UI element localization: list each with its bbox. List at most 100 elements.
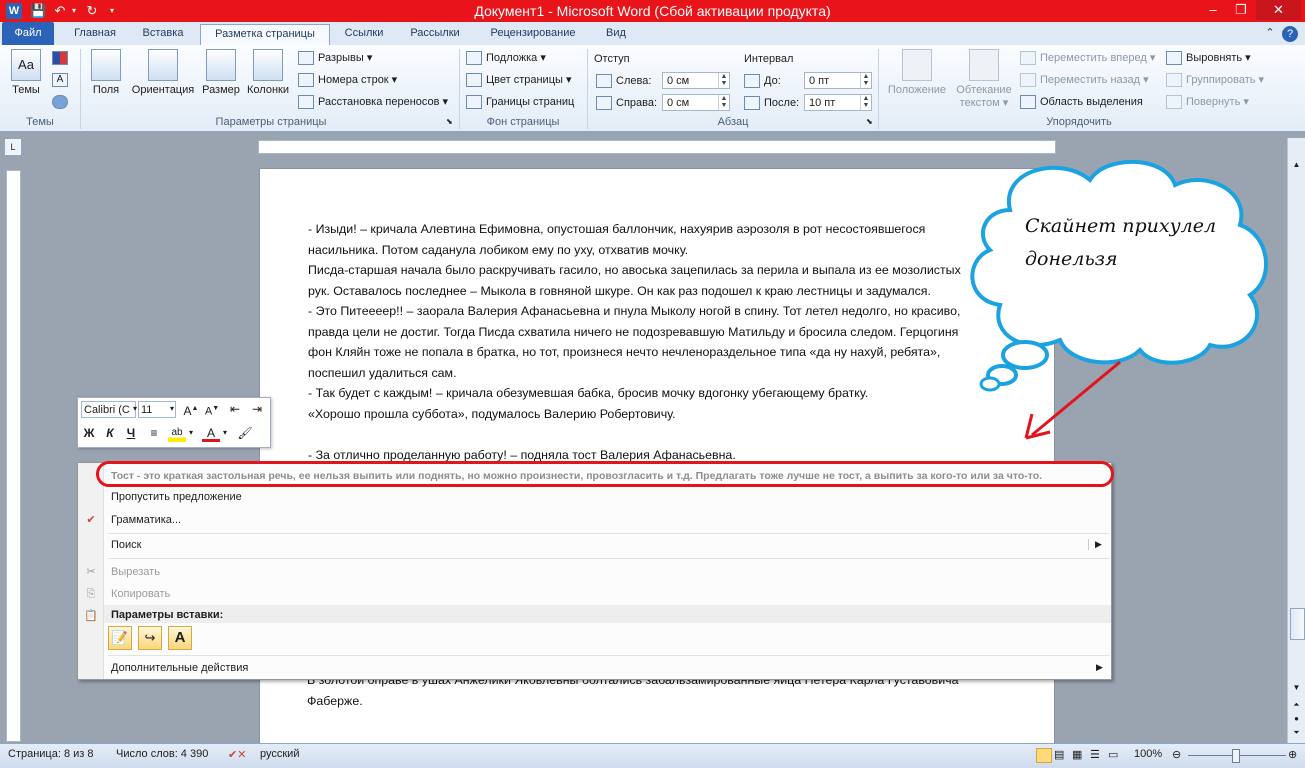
red-arrow-head xyxy=(1024,413,1051,440)
vertical-ruler[interactable] xyxy=(6,170,21,742)
underline-button[interactable]: Ч xyxy=(122,424,140,442)
breaks-button[interactable]: Разрывы ▾ xyxy=(298,51,372,66)
paste-merge-formatting-icon[interactable]: ↪ xyxy=(138,626,162,650)
indent-left-input[interactable]: 0 см ▲ ▼ xyxy=(662,72,730,89)
italic-button[interactable]: К xyxy=(101,424,119,442)
menu-separator xyxy=(108,558,1109,559)
prev-page-icon[interactable]: ⏶ xyxy=(1290,700,1303,712)
watermark-button[interactable]: Подложка ▾ xyxy=(466,51,546,66)
zoom-in-icon[interactable]: ⊕ xyxy=(1288,748,1297,761)
size-button[interactable]: Размер xyxy=(200,49,242,96)
bring-forward-button[interactable]: Переместить вперед ▾ xyxy=(1020,51,1155,66)
align-button[interactable]: Выровнять ▾ xyxy=(1166,51,1251,66)
next-page-icon[interactable]: ⏷ xyxy=(1290,728,1303,740)
page-count[interactable]: Страница: 8 из 8 xyxy=(8,748,94,760)
page-color-button[interactable]: Цвет страницы ▾ xyxy=(466,73,571,88)
margins-button[interactable]: Поля xyxy=(88,49,124,96)
hyphenation-button[interactable]: Расстановка переносов ▾ xyxy=(298,95,448,110)
copy-icon: ⎘ xyxy=(86,588,96,600)
print-layout-view-icon[interactable] xyxy=(1036,748,1052,763)
zoom-out-icon[interactable]: ⊖ xyxy=(1172,748,1181,761)
tab-page-layout[interactable]: Разметка страницы xyxy=(200,24,330,46)
tab-mailings[interactable]: Рассылки xyxy=(402,24,468,43)
full-screen-view-icon[interactable]: ▤ xyxy=(1054,748,1064,761)
copy-item[interactable]: Копировать xyxy=(111,588,170,600)
theme-colors-icon[interactable] xyxy=(52,51,72,65)
document-text[interactable]: - Изыди! – кричала Алевтина Ефимовна, оп… xyxy=(308,219,1028,465)
format-painter-icon[interactable]: 🖌 xyxy=(236,424,254,442)
position-button[interactable]: Положение xyxy=(882,49,952,96)
size-dropdown-icon[interactable]: ▾ xyxy=(163,400,181,418)
language-indicator[interactable]: русский xyxy=(260,748,299,760)
highlight-dropdown-icon[interactable]: ▾ xyxy=(186,424,196,442)
search-item[interactable]: Поиск xyxy=(111,539,141,551)
more-actions-item[interactable]: Дополнительные действия xyxy=(111,662,248,674)
spin-arrows-icon[interactable]: ▲ ▼ xyxy=(860,73,871,88)
paste-keep-formatting-icon[interactable]: 📝 xyxy=(108,626,132,650)
scrollbar-thumb[interactable] xyxy=(1290,608,1305,640)
shrink-font-icon[interactable]: A▼ xyxy=(203,400,221,418)
word-count[interactable]: Число слов: 4 390 xyxy=(116,748,208,760)
zoom-slider-thumb[interactable] xyxy=(1232,749,1240,763)
close-button[interactable]: ✕ xyxy=(1256,0,1301,20)
tab-references[interactable]: Ссылки xyxy=(336,24,392,43)
selection-pane-button[interactable]: Область выделения xyxy=(1020,95,1143,109)
page-borders-button[interactable]: Границы страниц xyxy=(466,95,574,109)
web-layout-view-icon[interactable]: ▦ xyxy=(1072,748,1082,761)
spin-arrows-icon[interactable]: ▲ ▼ xyxy=(718,73,729,88)
thought-cloud-drawing xyxy=(970,159,1268,440)
font-color-dropdown-icon[interactable]: ▾ xyxy=(220,424,230,442)
cut-item[interactable]: Вырезать xyxy=(111,566,160,578)
theme-effects-icon[interactable] xyxy=(52,95,72,109)
ribbon-minimize-icon[interactable]: ⌃ xyxy=(1262,24,1278,43)
minimize-button[interactable]: – xyxy=(1200,0,1226,20)
zoom-level[interactable]: 100% xyxy=(1134,748,1162,760)
vertical-scrollbar[interactable]: ▲ ▼ ⏶ ● ⏷ xyxy=(1287,138,1305,744)
group-button[interactable]: Группировать ▾ xyxy=(1166,73,1264,88)
horizontal-ruler[interactable] xyxy=(258,140,1056,154)
browse-object-icon[interactable]: ● xyxy=(1290,714,1303,726)
tab-view[interactable]: Вид xyxy=(596,24,636,43)
spin-arrows-icon[interactable]: ▲ ▼ xyxy=(718,95,729,110)
maximize-button[interactable]: ❐ xyxy=(1228,0,1254,20)
grammar-item[interactable]: Грамматика... xyxy=(111,514,181,526)
theme-fonts-icon[interactable]: A xyxy=(52,73,72,87)
columns-icon xyxy=(253,49,283,81)
scroll-down-icon[interactable]: ▼ xyxy=(1290,683,1303,696)
columns-button[interactable]: Колонки xyxy=(244,49,292,96)
wrap-text-button[interactable]: Обтекание текстом ▾ xyxy=(952,49,1016,110)
grow-font-icon[interactable]: A▲ xyxy=(182,400,200,418)
send-backward-button[interactable]: Переместить назад ▾ xyxy=(1020,73,1149,88)
center-align-icon[interactable]: ≡ xyxy=(145,424,163,442)
line-numbers-button[interactable]: Номера строк ▾ xyxy=(298,73,397,88)
spacing-after-icon xyxy=(744,96,760,110)
doc-line: - Так будет с каждым! – кричала обезумев… xyxy=(308,386,869,400)
grammar-icon: ✔ xyxy=(86,514,96,526)
rotate-button[interactable]: Повернуть ▾ xyxy=(1166,95,1249,110)
highlight-icon[interactable]: ab xyxy=(168,424,186,442)
increase-indent-icon[interactable]: ⇥ xyxy=(248,400,266,418)
orientation-button[interactable]: Ориентация xyxy=(128,49,198,96)
decrease-indent-icon[interactable]: ⇤ xyxy=(226,400,244,418)
font-color-icon[interactable]: A xyxy=(202,424,220,442)
paste-text-only-icon[interactable]: A xyxy=(168,626,192,650)
tab-insert[interactable]: Вставка xyxy=(134,24,192,43)
indent-right-input[interactable]: 0 см ▲ ▼ xyxy=(662,94,730,111)
scroll-up-icon[interactable]: ▲ xyxy=(1290,160,1303,173)
tab-home[interactable]: Главная xyxy=(64,24,126,43)
ignore-sentence-item[interactable]: Пропустить предложение xyxy=(111,491,242,503)
proofing-icon[interactable]: ✔✕ xyxy=(228,748,246,761)
themes-button[interactable]: Aa Темы xyxy=(6,49,46,96)
spin-arrows-icon[interactable]: ▲ ▼ xyxy=(860,95,871,110)
paragraph-launcher-icon[interactable]: ⬊ xyxy=(866,117,873,126)
spacing-before-input[interactable]: 0 пт ▲ ▼ xyxy=(804,72,872,89)
page-setup-launcher-icon[interactable]: ⬊ xyxy=(446,117,453,126)
help-icon[interactable]: ? xyxy=(1282,26,1298,42)
bold-button[interactable]: Ж xyxy=(80,424,98,442)
draft-view-icon[interactable]: ▭ xyxy=(1108,748,1118,761)
spacing-after-input[interactable]: 10 пт ▲ ▼ xyxy=(804,94,872,111)
outline-view-icon[interactable]: ☰ xyxy=(1090,748,1100,761)
tab-selector-icon[interactable]: L xyxy=(4,138,22,156)
tab-review[interactable]: Рецензирование xyxy=(478,24,588,43)
tab-file[interactable]: Файл xyxy=(2,22,54,45)
